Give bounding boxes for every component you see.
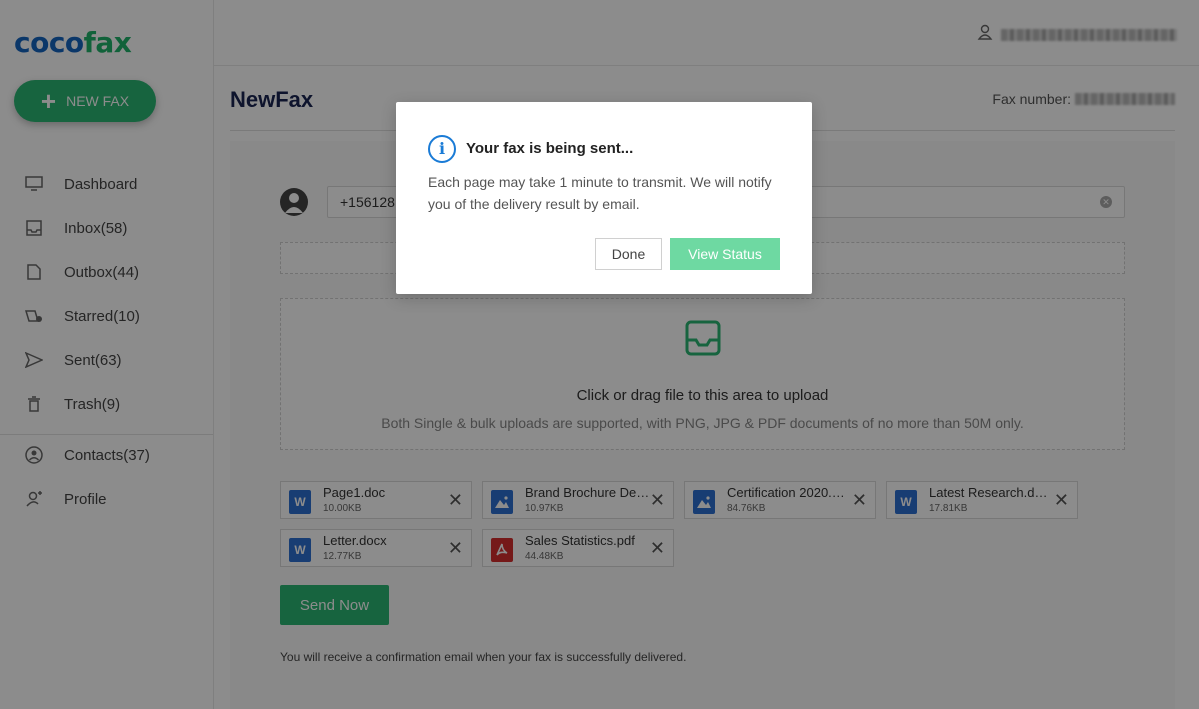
info-icon: i <box>428 135 456 163</box>
dialog-title: Your fax is being sent... <box>466 140 634 157</box>
dialog-message: Each page may take 1 minute to transmit.… <box>428 174 772 212</box>
done-button[interactable]: Done <box>595 238 662 270</box>
view-status-button[interactable]: View Status <box>670 238 780 270</box>
sending-dialog: i Your fax is being sent... Each page ma… <box>396 102 812 294</box>
